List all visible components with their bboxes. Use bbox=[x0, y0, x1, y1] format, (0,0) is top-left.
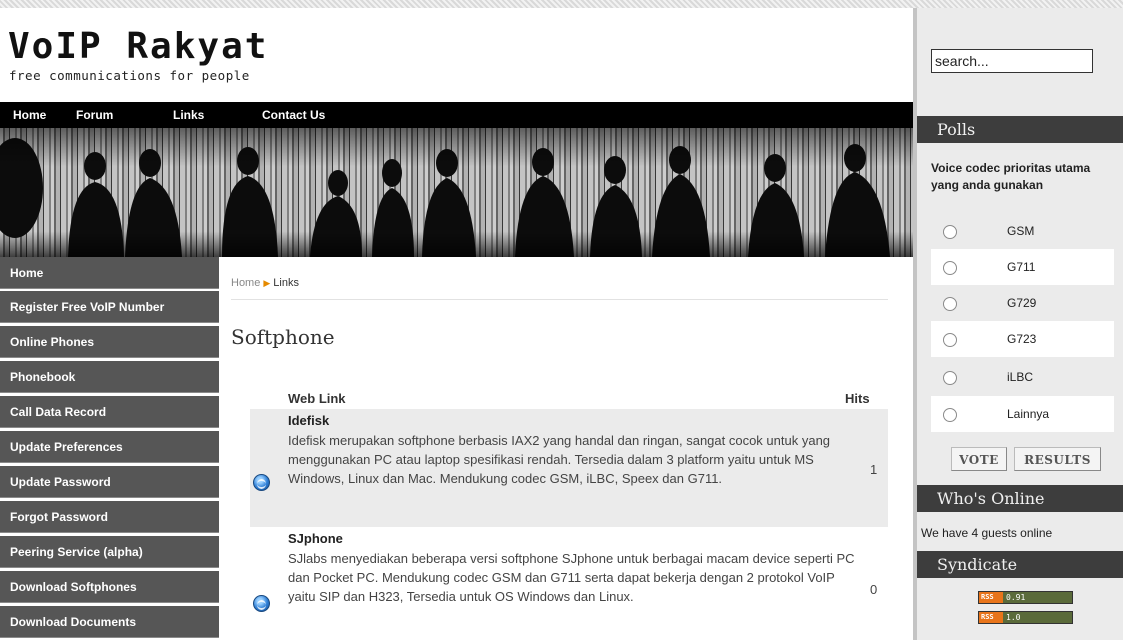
vote-button[interactable]: VOTE bbox=[951, 447, 1007, 471]
table-row: SJphone SJlabs menyediakan beberapa vers… bbox=[250, 527, 888, 640]
weblink-description: Idefisk merupakan softphone berbasis IAX… bbox=[288, 433, 831, 486]
menu-item-label: Phonebook bbox=[10, 370, 76, 384]
whos-online-header: Who's Online bbox=[917, 485, 1123, 512]
poll-radio[interactable] bbox=[943, 297, 957, 311]
right-sidebar: Polls Voice codec prioritas utama yang a… bbox=[913, 8, 1123, 640]
menu-item-download-softphones[interactable]: Download Softphones bbox=[0, 571, 219, 603]
main-content: Home ▶ Links Softphone Web Link Hits Idefi… bbox=[219, 257, 913, 640]
weblink-name[interactable]: SJphone bbox=[288, 531, 343, 546]
poll-question: Voice codec prioritas utama yang anda gu… bbox=[931, 161, 1091, 192]
menu-item-label: Download Documents bbox=[10, 615, 137, 629]
poll-option-label: G711 bbox=[1007, 260, 1036, 274]
syndicate-header: Syndicate bbox=[917, 551, 1123, 578]
site-logo-title[interactable]: VoIP Rakyat bbox=[8, 26, 268, 67]
menu-item-forgot-password[interactable]: Forgot Password bbox=[0, 501, 219, 533]
weblink-description: SJlabs menyediakan beberapa versi softph… bbox=[288, 551, 855, 604]
poll-radio[interactable] bbox=[943, 333, 957, 347]
poll-option-label: G729 bbox=[1007, 296, 1037, 310]
poll-option-label: Lainnya bbox=[1007, 407, 1050, 421]
top-decorative-stripe bbox=[0, 0, 1123, 8]
menu-item-download-documents[interactable]: Download Documents bbox=[0, 606, 219, 638]
menu-item-label: Online Phones bbox=[10, 335, 95, 349]
poll-radio[interactable] bbox=[943, 225, 957, 239]
page-title: Softphone bbox=[231, 325, 335, 349]
globe-icon bbox=[253, 595, 270, 612]
left-menu: Home Register Free VoIP Number Online Ph… bbox=[0, 257, 219, 640]
poll-option-label: GSM bbox=[1007, 224, 1035, 238]
site-tagline: free communications for people bbox=[9, 68, 250, 83]
menu-item-label: Peering Service (alpha) bbox=[10, 545, 143, 559]
menu-item-online-phones[interactable]: Online Phones bbox=[0, 326, 219, 358]
weblink-hits: 1 bbox=[870, 462, 878, 477]
topnav-contact-link[interactable]: Contact Us bbox=[262, 108, 325, 122]
weblink-name[interactable]: Idefisk bbox=[288, 413, 329, 428]
menu-item-label: Register Free VoIP Number bbox=[10, 300, 165, 314]
online-status-text: We have 4 guests online bbox=[921, 526, 1053, 540]
breadcrumb-home-link[interactable]: Home bbox=[231, 277, 260, 289]
poll-option-label: iLBC bbox=[1007, 370, 1034, 384]
menu-item-register[interactable]: Register Free VoIP Number bbox=[0, 291, 219, 323]
menu-item-label: Forgot Password bbox=[10, 510, 109, 524]
breadcrumb: Home ▶ Links bbox=[231, 277, 299, 289]
menu-item-update-password[interactable]: Update Password bbox=[0, 466, 219, 498]
header-banner-image bbox=[0, 128, 913, 257]
rss-version-label: 0.91 bbox=[1006, 593, 1026, 602]
poll-radio[interactable] bbox=[943, 371, 957, 385]
rss-feed-badge[interactable]: RSS 0.91 bbox=[978, 591, 1073, 604]
topnav-forum-link[interactable]: Forum bbox=[76, 108, 113, 122]
menu-item-peering-service[interactable]: Peering Service (alpha) bbox=[0, 536, 219, 568]
poll-option[interactable]: G723 bbox=[931, 321, 1114, 357]
breadcrumb-arrow-icon: ▶ bbox=[263, 278, 271, 288]
column-header-weblink: Web Link bbox=[288, 391, 346, 406]
weblink-hits: 0 bbox=[870, 582, 878, 597]
topnav-home-link[interactable]: Home bbox=[13, 108, 46, 122]
table-row: Idefisk Idefisk merupakan softphone berb… bbox=[250, 409, 888, 527]
poll-radio[interactable] bbox=[943, 261, 957, 275]
poll-option[interactable]: Lainnya bbox=[931, 396, 1114, 432]
menu-item-label: Home bbox=[10, 266, 44, 280]
poll-option[interactable]: G729 bbox=[931, 285, 1114, 321]
rss-version-label: 1.0 bbox=[1006, 613, 1021, 622]
poll-radio[interactable] bbox=[943, 408, 957, 422]
poll-option-label: G723 bbox=[1007, 332, 1037, 346]
menu-item-label: Download Softphones bbox=[10, 580, 137, 594]
rss-tag-label: RSS bbox=[979, 592, 1003, 603]
poll-option[interactable]: iLBC bbox=[931, 359, 1114, 395]
topnav-links-link[interactable]: Links bbox=[173, 108, 204, 122]
top-navigation: Home Forum Links Contact Us bbox=[0, 102, 913, 128]
rss-tag-label: RSS bbox=[979, 612, 1003, 623]
poll-option[interactable]: GSM bbox=[931, 213, 1114, 249]
menu-item-label: Call Data Record bbox=[10, 405, 107, 419]
menu-item-label: Update Password bbox=[10, 475, 111, 489]
menu-item-phonebook[interactable]: Phonebook bbox=[0, 361, 219, 393]
breadcrumb-divider bbox=[231, 299, 888, 300]
search-input[interactable] bbox=[931, 49, 1093, 73]
column-header-hits: Hits bbox=[845, 391, 870, 406]
menu-item-home[interactable]: Home bbox=[0, 257, 219, 289]
menu-item-label: Update Preferences bbox=[10, 440, 123, 454]
polls-header: Polls bbox=[917, 116, 1123, 143]
rss-feed-badge[interactable]: RSS 1.0 bbox=[978, 611, 1073, 624]
globe-icon bbox=[253, 474, 270, 491]
menu-item-call-data-record[interactable]: Call Data Record bbox=[0, 396, 219, 428]
menu-item-update-preferences[interactable]: Update Preferences bbox=[0, 431, 219, 463]
site-header: VoIP Rakyat free communications for peop… bbox=[0, 8, 913, 102]
results-button[interactable]: RESULTS bbox=[1014, 447, 1101, 471]
poll-option[interactable]: G711 bbox=[931, 249, 1114, 285]
breadcrumb-current: Links bbox=[273, 277, 299, 289]
